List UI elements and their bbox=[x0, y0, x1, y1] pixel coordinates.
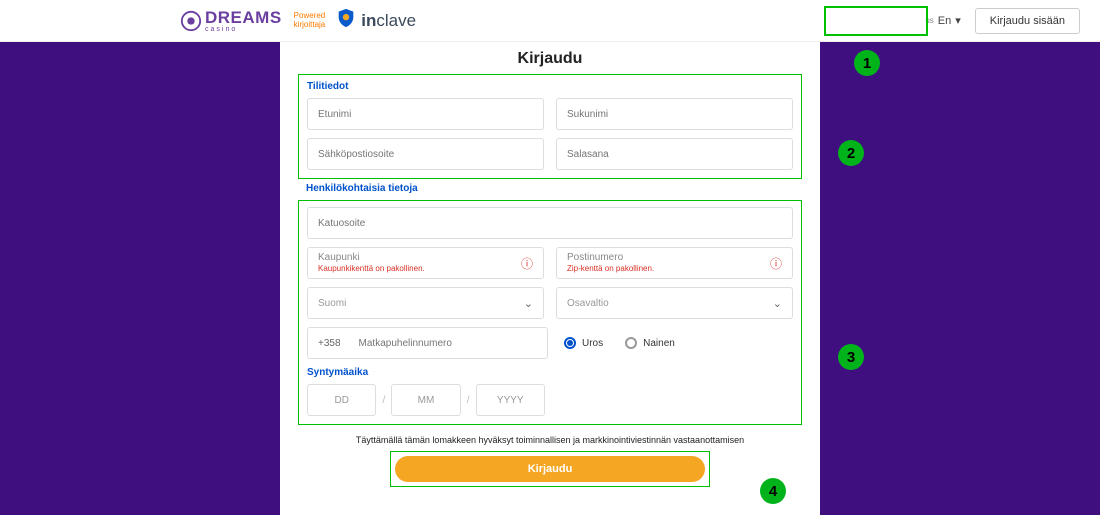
inclave-logo[interactable]: inclave bbox=[335, 7, 416, 34]
dob-mm-field[interactable]: MM bbox=[391, 384, 460, 416]
account-section: Tilitiedot bbox=[298, 74, 802, 179]
phone-prefix: +358 bbox=[318, 338, 341, 349]
dreams-logo[interactable]: DREAMS casino bbox=[180, 8, 282, 33]
dob-yyyy-field[interactable]: YYYY bbox=[476, 384, 545, 416]
gender-female-option[interactable]: Nainen bbox=[625, 337, 675, 349]
dob-section-title: Syntymäaika bbox=[307, 367, 793, 378]
warning-icon: ⓘ bbox=[521, 255, 533, 272]
account-section-title: Tilitiedot bbox=[307, 81, 793, 92]
zip-error: Zip-kenttä on pakollinen. bbox=[567, 264, 782, 274]
lastname-field[interactable] bbox=[556, 98, 793, 130]
zip-field[interactable]: Postinumero Zip-kenttä on pakollinen. ⓘ bbox=[556, 247, 793, 279]
inclave-text: inclave bbox=[361, 11, 416, 31]
lang-label: En bbox=[938, 15, 951, 27]
dreams-gear-icon bbox=[180, 10, 202, 32]
powered-by-label: Powered kirjoittaja bbox=[294, 12, 326, 30]
lastname-input[interactable] bbox=[567, 109, 782, 120]
annotation-badge-3: 3 bbox=[838, 344, 864, 370]
consent-text: Täyttämällä tämän lomakkeen hyväksyt toi… bbox=[298, 435, 802, 445]
language-selector[interactable]: us En ▾ bbox=[925, 14, 960, 27]
zip-label: Postinumero bbox=[567, 252, 782, 264]
annotation-badge-2: 2 bbox=[838, 140, 864, 166]
dob-separator: / bbox=[382, 395, 385, 406]
topbar-right: us En ▾ Kirjaudu sisään bbox=[925, 8, 1080, 34]
password-input[interactable] bbox=[567, 149, 782, 160]
gender-male-option[interactable]: Uros bbox=[564, 337, 603, 349]
country-select[interactable]: Suomi ⌄ bbox=[307, 287, 544, 319]
country-value: Suomi bbox=[318, 298, 346, 309]
address-input[interactable] bbox=[318, 218, 782, 229]
firstname-input[interactable] bbox=[318, 109, 533, 120]
logo-group: DREAMS casino Powered kirjoittaja inclav… bbox=[180, 7, 416, 34]
chevron-down-icon: ▾ bbox=[955, 14, 961, 27]
dob-separator: / bbox=[467, 395, 470, 406]
chevron-down-icon: ⌄ bbox=[773, 297, 782, 310]
state-select[interactable]: Osavaltio ⌄ bbox=[556, 287, 793, 319]
login-button[interactable]: Kirjaudu sisään bbox=[975, 8, 1080, 34]
address-field[interactable] bbox=[307, 207, 793, 239]
firstname-field[interactable] bbox=[307, 98, 544, 130]
flag-label: us bbox=[925, 16, 933, 25]
dreams-brand-text: DREAMS bbox=[205, 8, 282, 28]
topbar: DREAMS casino Powered kirjoittaja inclav… bbox=[0, 0, 1100, 42]
email-field[interactable] bbox=[307, 138, 544, 170]
submit-button[interactable]: Kirjaudu bbox=[395, 456, 705, 482]
dob-dd-field[interactable]: DD bbox=[307, 384, 376, 416]
city-label: Kaupunki bbox=[318, 252, 533, 264]
radio-checked-icon bbox=[564, 337, 576, 349]
submit-highlight: Kirjaudu bbox=[390, 451, 710, 487]
chevron-down-icon: ⌄ bbox=[524, 297, 533, 310]
warning-icon: ⓘ bbox=[770, 255, 782, 272]
radio-unchecked-icon bbox=[625, 337, 637, 349]
page-title: Kirjaudu bbox=[298, 50, 802, 68]
gender-radios: Uros Nainen bbox=[560, 327, 793, 359]
city-field[interactable]: Kaupunki Kaupunkikenttä on pakollinen. ⓘ bbox=[307, 247, 544, 279]
gender-female-label: Nainen bbox=[643, 338, 675, 349]
personal-section-title: Henkilökohtaisia tietoja bbox=[298, 183, 802, 194]
gender-male-label: Uros bbox=[582, 338, 603, 349]
email-input[interactable] bbox=[318, 149, 533, 160]
state-value: Osavaltio bbox=[567, 298, 609, 309]
phone-field[interactable]: +358 bbox=[307, 327, 548, 359]
signup-form: Kirjaudu Tilitiedot Henkilökohtaisia tie… bbox=[280, 42, 820, 515]
annotation-badge-1: 1 bbox=[854, 50, 880, 76]
city-error: Kaupunkikenttä on pakollinen. bbox=[318, 264, 533, 274]
password-field[interactable] bbox=[556, 138, 793, 170]
phone-input[interactable] bbox=[359, 338, 537, 349]
shield-icon bbox=[335, 7, 357, 34]
dob-row: DD / MM / YYYY bbox=[307, 384, 545, 416]
personal-section: Kaupunki Kaupunkikenttä on pakollinen. ⓘ… bbox=[298, 200, 802, 425]
